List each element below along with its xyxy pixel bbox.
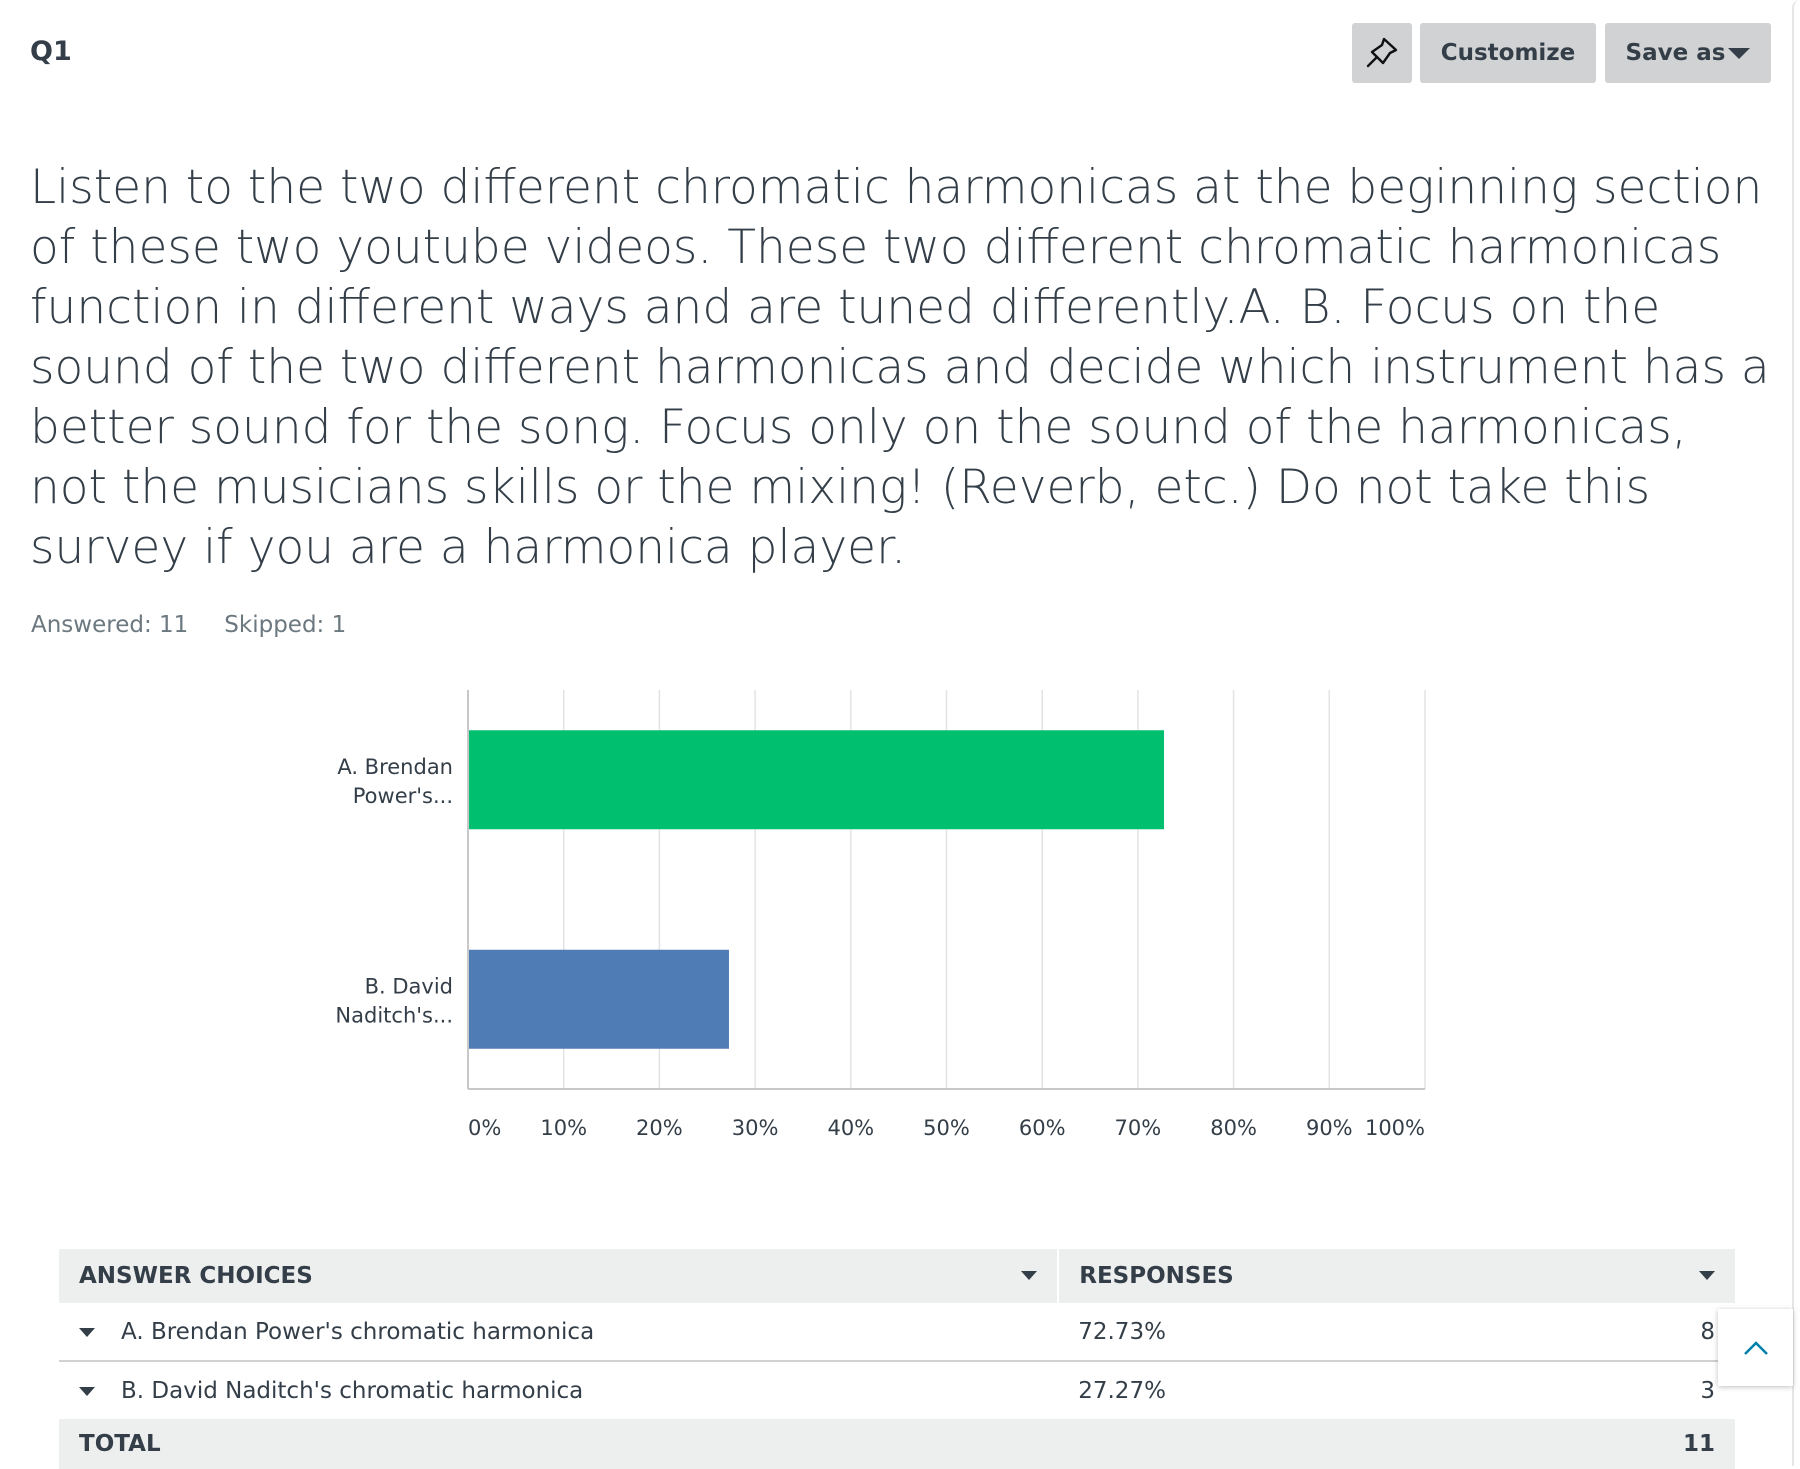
sort-caret-icon[interactable] [1699,1271,1715,1280]
total-label: TOTAL [59,1419,1491,1469]
category-label: Power's... [353,784,453,808]
header-responses[interactable]: RESPONSES [1058,1249,1735,1303]
answer-choice: B. David Naditch's chromatic harmonica [121,1377,584,1404]
table-row: B. David Naditch's chromatic harmonica 2… [59,1361,1735,1419]
x-tick-label: 90% [1306,1116,1353,1140]
x-tick-label: 20% [636,1116,683,1140]
expand-caret-icon[interactable] [79,1386,95,1396]
scroll-to-top-button[interactable] [1718,1309,1793,1386]
x-tick-label: 70% [1115,1116,1162,1140]
response-percent: 72.73% [1058,1303,1491,1362]
total-row: TOTAL 11 [59,1419,1735,1469]
x-tick-label: 40% [827,1116,874,1140]
response-percent: 27.27% [1078,1377,1166,1404]
table-row: A. Brendan Power's chromatic harmonica 7… [59,1303,1735,1362]
response-count: 8 [1490,1303,1735,1362]
x-tick-label: 100% [1365,1116,1425,1140]
category-label: A. Brendan [337,755,453,779]
x-tick-label: 10% [540,1116,587,1140]
header-answer-choices[interactable]: ANSWER CHOICES [59,1249,1060,1303]
chevron-up-icon [1743,1340,1768,1355]
bar [469,730,1165,830]
x-tick-label: 0% [468,1116,501,1140]
responses-table: ANSWER CHOICES RESPONSES A. Brendan Powe… [59,1249,1735,1469]
answer-choice: A. Brendan Power's chromatic harmonica [121,1318,595,1345]
expand-caret-icon[interactable] [79,1327,95,1337]
bar-chart: 0% 10% 20% 30% 40% 50% 60% 70% 80% 90% 100% A. Bren… [335,690,1426,1140]
response-count: 3 [1700,1377,1715,1404]
category-label: B. David [365,974,453,998]
x-tick-label: 50% [923,1116,970,1140]
bar [469,949,729,1049]
x-tick-label: 30% [732,1116,779,1140]
total-count: 11 [1490,1419,1735,1469]
sort-caret-icon[interactable] [1021,1271,1038,1280]
x-tick-label: 60% [1019,1116,1066,1140]
x-tick-label: 80% [1210,1116,1257,1140]
category-label: Naditch's... [335,1003,453,1027]
